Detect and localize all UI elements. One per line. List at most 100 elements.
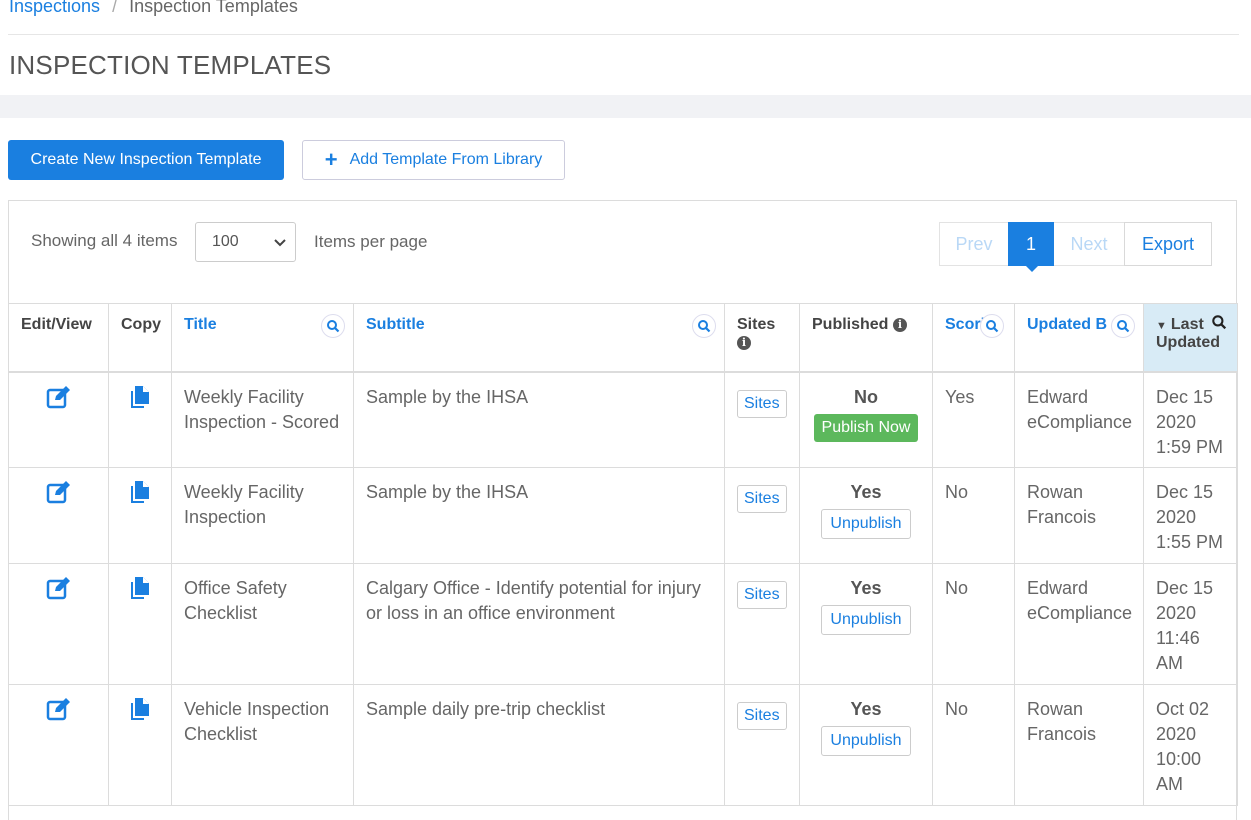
published-value: Yes [850,578,882,598]
create-template-button[interactable]: Create New Inspection Template [8,140,284,180]
sort-desc-icon: ▼ [1156,320,1167,332]
items-per-page-value: 100 [212,233,239,250]
copy-icon[interactable] [130,385,150,413]
col-updated-by[interactable]: Updated B [1014,303,1144,373]
scored-cell: No [932,563,1015,685]
export-button[interactable]: Export [1124,222,1212,266]
table-row: Weekly Facility Inspection Sample by the… [8,467,1238,564]
copy-cell [108,684,172,806]
subtitle-cell: Calgary Office - Identify potential for … [353,563,725,685]
title-cell: Weekly Facility Inspection [171,467,354,564]
info-icon[interactable]: i [737,336,751,350]
items-per-page-label: Items per page [314,232,428,251]
templates-panel: Showing all 4 items 100 Items per page P… [8,200,1238,820]
col-published: Published i [799,303,933,373]
last-updated-cell: Dec 15 2020 1:59 PM [1143,371,1238,468]
col-last-updated[interactable]: ▼ Last Updated [1143,303,1238,373]
breadcrumb-link-inspections[interactable]: Inspections [9,0,100,16]
col-title[interactable]: Title [171,303,354,373]
breadcrumb-current: Inspection Templates [129,0,298,16]
plus-icon: + [324,147,338,172]
edit-cell [8,684,109,806]
add-from-library-button[interactable]: + Add Template From Library [302,140,565,180]
breadcrumb-separator: / [112,0,118,16]
copy-icon[interactable] [130,698,150,725]
updated-by-cell: Edward eCompliance [1014,563,1144,685]
col-scoring[interactable]: Scori [932,303,1015,373]
pagination: Prev 1 Next Export [939,222,1212,272]
edit-icon[interactable] [46,481,72,508]
items-per-page-select[interactable]: 100 [195,222,296,262]
info-icon[interactable]: i [892,318,907,332]
add-from-library-label: Add Template From Library [349,151,543,168]
title-cell: Office Safety Checklist [171,563,354,685]
published-value: Yes [850,699,882,719]
edit-cell [8,371,109,468]
title-cell: Vehicle Inspection Checklist [171,684,354,806]
unpublish-button[interactable]: Unpublish [821,726,911,756]
subtitle-cell: Sample by the IHSA [353,467,725,564]
col-subtitle-label: Subtitle [366,316,425,333]
published-value: No [854,386,878,407]
copy-cell [108,371,172,468]
edit-icon[interactable] [46,577,72,604]
copy-cell [108,563,172,685]
title-cell: Weekly Facility Inspection - Scored [171,371,354,468]
copy-icon[interactable] [130,577,150,604]
sites-button[interactable]: Sites [737,702,787,730]
scored-cell: Yes [932,371,1015,468]
col-scoring-label: Scori [945,316,986,333]
page-title: INSPECTION TEMPLATES [9,50,332,80]
section-band [0,95,1251,118]
updated-by-cell: Rowan Francois [1014,467,1144,564]
sites-cell: Sites [724,467,800,564]
last-updated-search-icon[interactable] [1211,314,1227,335]
col-last-updated-label-1: Last [1170,316,1204,333]
publish-now-button[interactable]: Publish Now [813,413,919,442]
published-value: Yes [850,482,882,502]
edit-icon[interactable] [46,698,72,725]
prev-page-button[interactable]: Prev [939,222,1009,266]
copy-icon[interactable] [130,481,150,508]
col-last-updated-label-2: Updated [1156,334,1220,351]
updated-by-cell: Edward eCompliance [1014,371,1144,468]
table-header-row: Edit/View Copy Title Subtitle Sites i Pub… [8,303,1238,373]
items-count: Showing all 4 items [31,231,178,250]
col-copy: Copy [108,303,172,373]
page-1-button[interactable]: 1 [1008,222,1054,272]
scored-cell: No [932,467,1015,564]
title-search-icon[interactable] [321,314,345,338]
table-row: Office Safety Checklist Calgary Office -… [8,563,1238,685]
col-updated-by-label: Updated B [1027,316,1107,333]
col-edit-view: Edit/View [8,303,109,373]
last-updated-cell: Dec 15 2020 11:46 AM [1143,563,1238,685]
col-subtitle[interactable]: Subtitle [353,303,725,373]
sites-cell: Sites [724,684,800,806]
unpublish-button[interactable]: Unpublish [821,509,911,539]
unpublish-button[interactable]: Unpublish [821,605,911,635]
edit-cell [8,467,109,564]
subtitle-search-icon[interactable] [692,314,716,338]
col-sites-label: Sites [737,316,776,333]
breadcrumb: Inspections / Inspection Templates [9,0,298,20]
sites-button[interactable]: Sites [737,485,787,513]
header-divider [8,34,1239,35]
updated-by-search-icon[interactable] [1111,314,1135,338]
published-cell: No Publish Now [799,371,933,468]
scoring-search-icon[interactable] [980,314,1004,338]
published-cell: Yes Unpublish [799,684,933,806]
copy-cell [108,467,172,564]
subtitle-cell: Sample daily pre-trip checklist [353,684,725,806]
next-page-button[interactable]: Next [1053,222,1125,266]
subtitle-cell: Sample by the IHSA [353,371,725,468]
sites-button[interactable]: Sites [737,581,787,609]
last-updated-cell: Dec 15 2020 1:55 PM [1143,467,1238,564]
col-copy-label: Copy [121,316,161,333]
sites-cell: Sites [724,563,800,685]
last-updated-cell: Oct 02 2020 10:00 AM [1143,684,1238,806]
published-cell: Yes Unpublish [799,467,933,564]
table-row: Weekly Facility Inspection - Scored Samp… [8,371,1238,468]
edit-icon[interactable] [46,385,72,413]
sites-cell: Sites [724,371,800,468]
sites-button[interactable]: Sites [737,389,787,418]
